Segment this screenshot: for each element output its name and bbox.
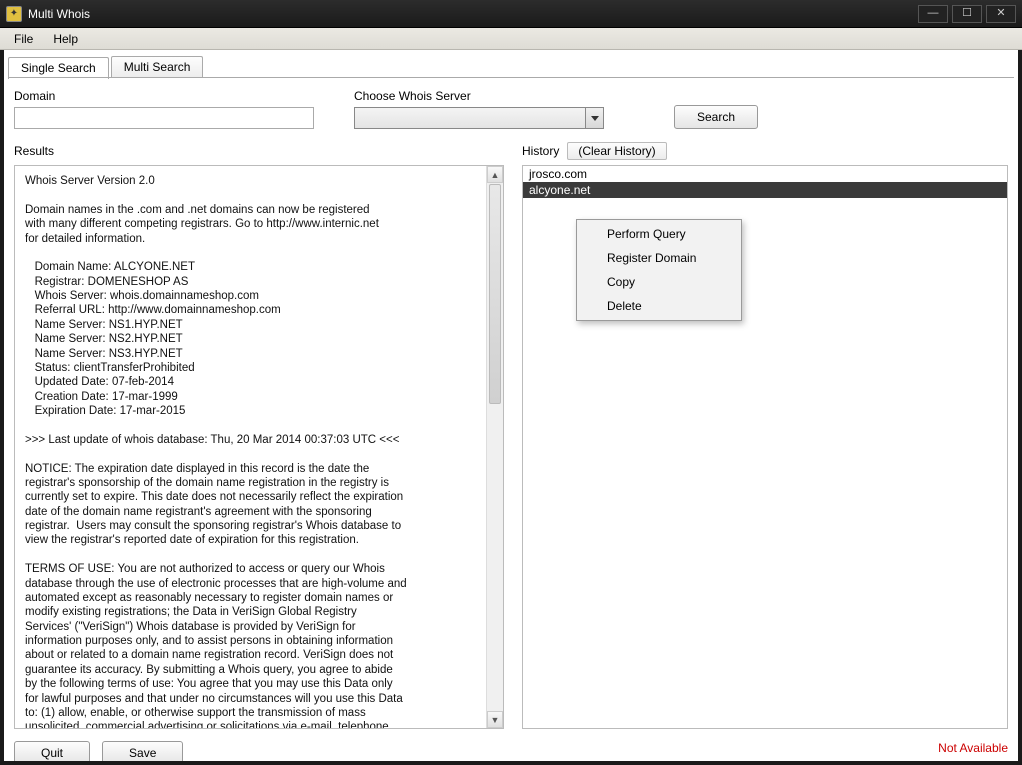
context-register-domain[interactable]: Register Domain (579, 246, 739, 270)
history-item[interactable]: jrosco.com (523, 166, 1007, 182)
search-button[interactable]: Search (674, 105, 758, 129)
content-columns: Results Whois Server Version 2.0 Domain … (8, 135, 1014, 735)
whois-server-select[interactable] (354, 107, 604, 129)
tab-underline (8, 77, 1014, 78)
context-perform-query[interactable]: Perform Query (579, 222, 739, 246)
chevron-down-icon (591, 116, 599, 121)
results-scrollbar[interactable]: ▲ ▼ (486, 166, 503, 728)
menu-bar: File Help (0, 28, 1022, 50)
search-form: Domain Choose Whois Server Search (8, 79, 1014, 135)
window-title: Multi Whois (28, 7, 914, 21)
scroll-down-icon[interactable]: ▼ (487, 711, 503, 728)
minimize-button[interactable]: — (918, 5, 948, 23)
context-copy[interactable]: Copy (579, 270, 739, 294)
status-text: Not Available (938, 741, 1008, 755)
results-text[interactable]: Whois Server Version 2.0 Domain names in… (25, 174, 493, 729)
client-area: Single Search Multi Search Domain Choose… (0, 50, 1022, 765)
close-button[interactable]: ✕ (986, 5, 1016, 23)
menu-help[interactable]: Help (43, 30, 88, 48)
server-label: Choose Whois Server (354, 89, 604, 103)
history-label: History (522, 144, 559, 158)
tab-strip: Single Search Multi Search (8, 56, 1014, 78)
save-button[interactable]: Save (102, 741, 183, 765)
quit-button[interactable]: Quit (14, 741, 90, 765)
tab-multi-search[interactable]: Multi Search (111, 56, 204, 78)
results-box: Whois Server Version 2.0 Domain names in… (14, 165, 504, 729)
maximize-button[interactable]: ☐ (952, 5, 982, 23)
window-buttons: — ☐ ✕ (914, 5, 1016, 23)
scroll-up-icon[interactable]: ▲ (487, 166, 503, 183)
history-context-menu: Perform Query Register Domain Copy Delet… (576, 219, 742, 321)
context-delete[interactable]: Delete (579, 294, 739, 318)
menu-file[interactable]: File (4, 30, 43, 48)
clear-history-button[interactable]: (Clear History) (567, 142, 666, 160)
dropdown-button[interactable] (585, 108, 603, 128)
app-icon: ✦ (6, 6, 22, 22)
domain-label: Domain (14, 89, 314, 103)
scroll-thumb[interactable] (489, 184, 501, 404)
domain-input[interactable] (14, 107, 314, 129)
tab-single-search[interactable]: Single Search (8, 57, 109, 79)
title-bar: ✦ Multi Whois — ☐ ✕ (0, 0, 1022, 28)
results-column: Results Whois Server Version 2.0 Domain … (14, 141, 504, 729)
history-item[interactable]: alcyone.net (523, 182, 1007, 198)
bottom-bar: Quit Save (8, 735, 1014, 765)
results-label: Results (14, 144, 54, 158)
